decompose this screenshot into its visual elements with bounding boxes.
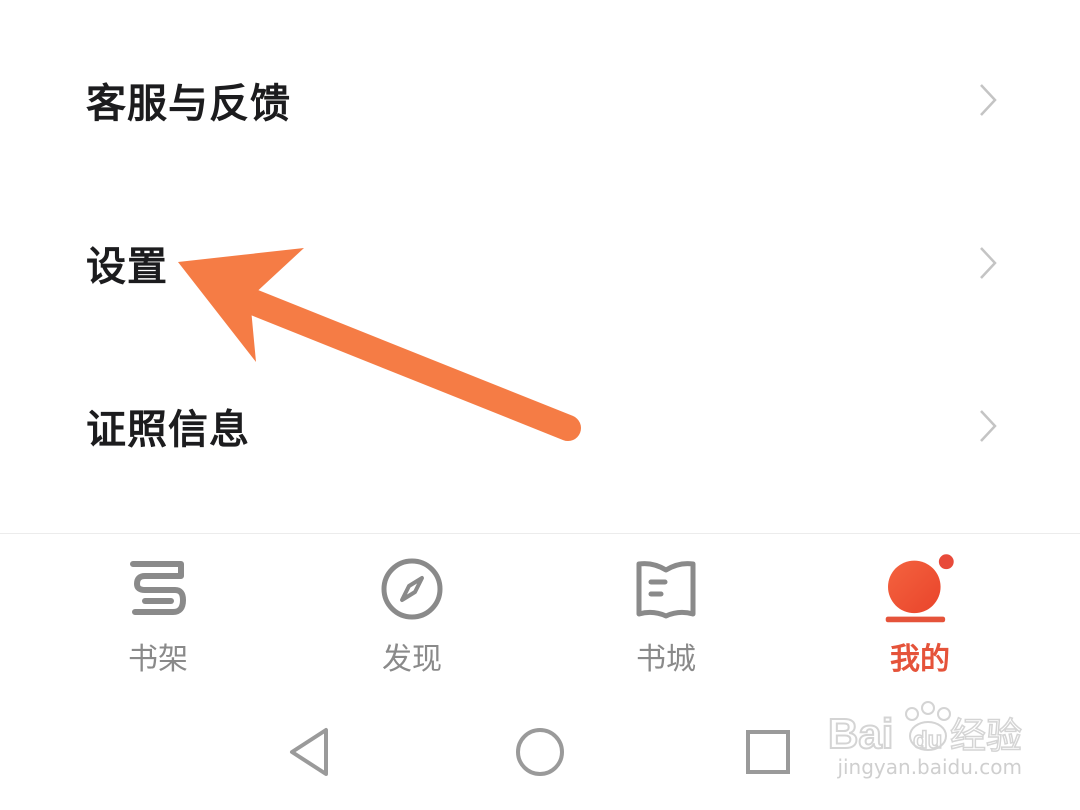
tab-label: 我的 <box>890 642 950 677</box>
svg-text:经验: 经验 <box>950 716 1022 757</box>
chevron-right-icon <box>980 247 997 279</box>
book-store-icon <box>636 561 696 619</box>
svg-text:Bai: Bai <box>828 710 893 757</box>
menu-item-label: 设置 <box>86 244 168 290</box>
bottom-tab-bar: 书架 发现 书城 我的 <box>0 534 1080 684</box>
menu-item-feedback[interactable]: 客服与反馈 <box>0 20 1080 180</box>
menu-item-label: 客服与反馈 <box>86 81 291 127</box>
svg-text:du: du <box>913 727 942 754</box>
chevron-right-icon <box>980 410 997 442</box>
tab-label: 书城 <box>636 642 696 677</box>
bookshelf-icon <box>130 561 186 615</box>
chevron-right-icon <box>980 84 997 116</box>
home-icon[interactable] <box>510 722 570 782</box>
tab-label: 发现 <box>382 642 442 677</box>
menu-item-settings[interactable]: 设置 <box>0 183 1080 343</box>
profile-icon <box>885 550 958 623</box>
tab-mine[interactable]: 我的 <box>820 534 1020 684</box>
menu-item-license-info[interactable]: 证照信息 <box>0 346 1080 506</box>
menu-item-label: 证照信息 <box>86 407 250 453</box>
tab-discover[interactable]: 发现 <box>312 534 512 684</box>
back-icon[interactable] <box>282 722 342 782</box>
watermark-url: jingyan.baidu.com <box>837 755 1022 779</box>
compass-icon <box>381 558 443 620</box>
tab-bookstore[interactable]: 书城 <box>566 534 766 684</box>
tab-label: 书架 <box>128 642 188 677</box>
recents-icon[interactable] <box>738 722 798 782</box>
tab-bookshelf[interactable]: 书架 <box>58 534 258 684</box>
